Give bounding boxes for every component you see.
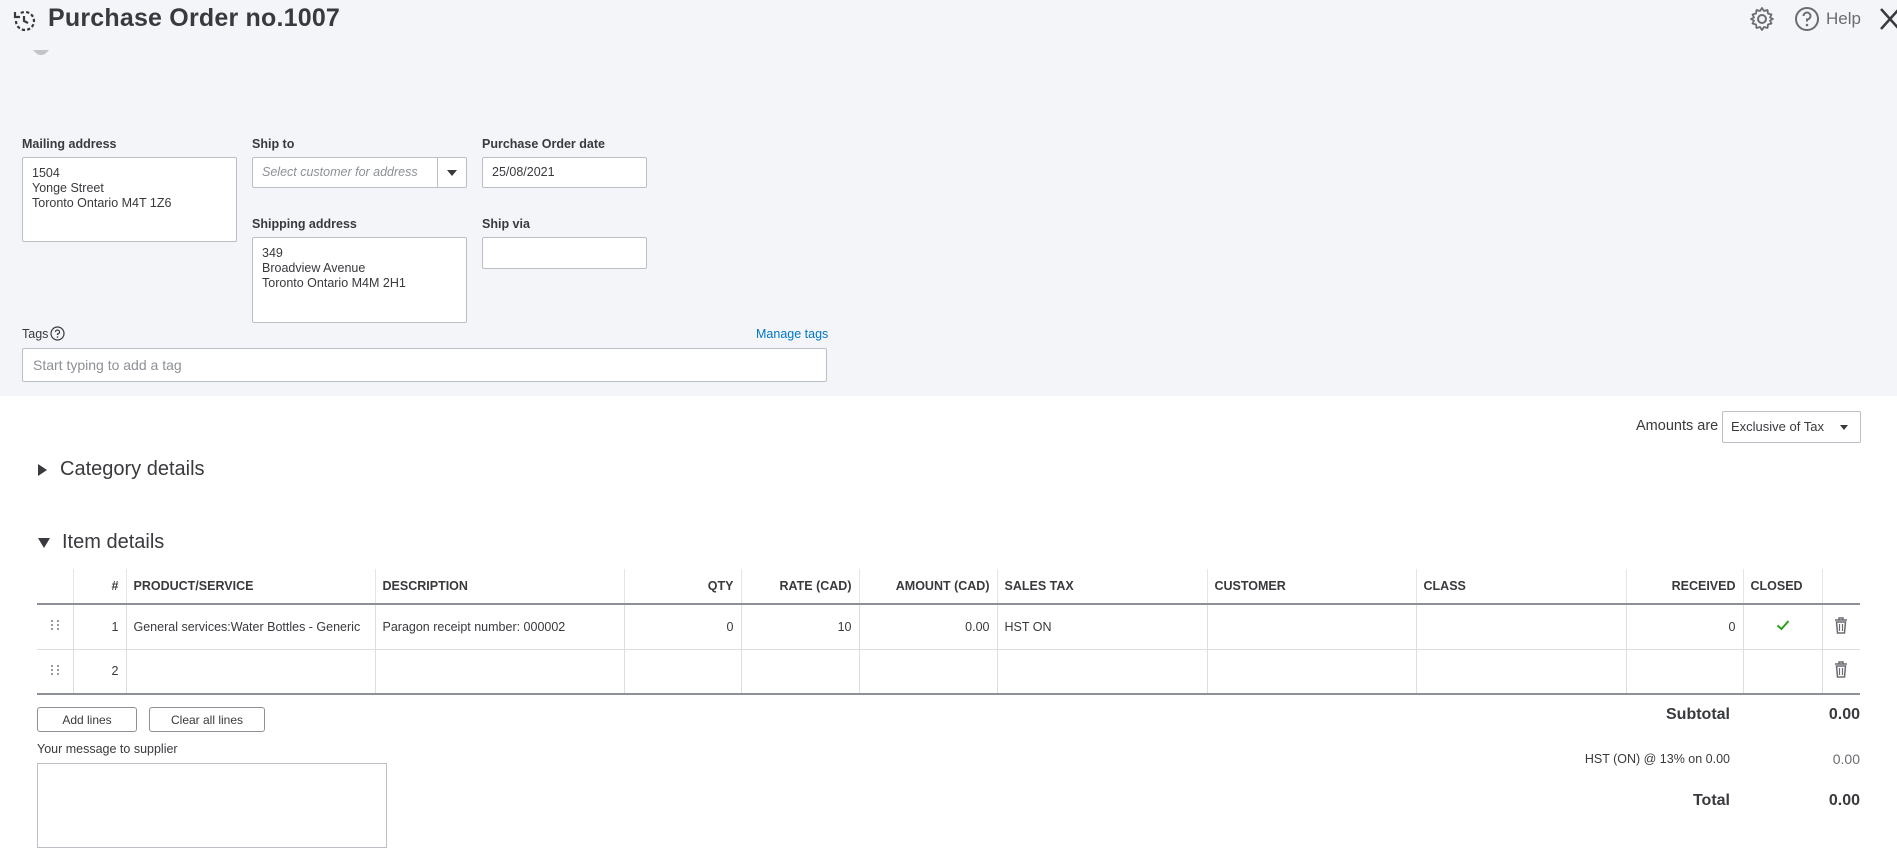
closed-cell[interactable] <box>1743 604 1823 650</box>
description-cell[interactable]: Paragon receipt number: 000002 <box>375 604 625 650</box>
rate-cell[interactable] <box>741 649 860 695</box>
qty-cell[interactable]: 0 <box>624 604 742 650</box>
col-header-product: PRODUCT/SERVICE <box>126 569 376 605</box>
customer-cell[interactable] <box>1207 649 1417 695</box>
expand-arrow-icon <box>38 463 47 476</box>
message-to-supplier-input[interactable] <box>37 763 387 848</box>
po-date-label: Purchase Order date <box>482 137 605 151</box>
ship-to-placeholder: Select customer for address <box>262 165 418 179</box>
sales-tax-cell[interactable]: HST ON <box>997 604 1208 650</box>
manage-tags-link[interactable]: Manage tags <box>756 327 828 341</box>
amount-cell[interactable] <box>859 649 998 695</box>
class-cell[interactable] <box>1416 649 1627 695</box>
row-number: 2 <box>73 649 127 695</box>
description-cell[interactable] <box>375 649 625 695</box>
ship-to-dropdown-button[interactable] <box>437 158 466 187</box>
received-cell: 0 <box>1626 604 1744 650</box>
ship-to-select[interactable]: Select customer for address <box>252 157 467 188</box>
subtotal-value: 0.00 <box>1828 706 1860 723</box>
add-lines-button[interactable]: Add lines <box>37 707 137 732</box>
tags-help-icon[interactable] <box>50 326 65 341</box>
table-row[interactable]: 1 General services:Water Bottles - Gener… <box>37 604 1860 650</box>
category-details-title: Category details <box>60 458 205 480</box>
shipping-address-label: Shipping address <box>252 217 357 231</box>
help-button[interactable]: Help <box>1794 6 1861 32</box>
chevron-down-icon <box>447 169 457 176</box>
col-header-rate: RATE (CAD) <box>741 569 860 605</box>
close-icon[interactable] <box>1877 6 1897 32</box>
help-circle-icon <box>1795 7 1819 31</box>
mailing-address-field[interactable]: 1504 Yonge Street Toronto Ontario M4T 1Z… <box>22 157 237 242</box>
tax-value: 0.00 <box>1832 751 1860 767</box>
col-header-sales-tax: SALES TAX <box>997 569 1208 605</box>
tags-placeholder: Start typing to add a tag <box>33 357 182 373</box>
received-cell <box>1626 649 1744 695</box>
collapse-header-icon[interactable] <box>30 48 52 62</box>
item-details-toggle[interactable]: Item details <box>38 531 164 554</box>
col-header-customer: CUSTOMER <box>1207 569 1417 605</box>
col-header-drag <box>37 569 74 605</box>
tags-input[interactable]: Start typing to add a tag <box>22 348 827 382</box>
page-title: Purchase Order no.1007 <box>48 4 341 32</box>
customer-cell[interactable] <box>1207 604 1417 650</box>
amounts-are-select[interactable]: Exclusive of Tax <box>1722 411 1861 443</box>
collapse-arrow-icon <box>38 537 50 548</box>
chevron-down-icon <box>1840 425 1848 430</box>
total-value: 0.00 <box>1828 792 1860 809</box>
drag-handle-icon[interactable] <box>49 619 61 631</box>
col-header-description: DESCRIPTION <box>375 569 625 605</box>
qty-cell[interactable] <box>624 649 742 695</box>
amounts-are-value: Exclusive of Tax <box>1731 419 1824 434</box>
po-date-input[interactable]: 25/08/2021 <box>482 157 647 188</box>
item-details-table: # PRODUCT/SERVICE DESCRIPTION QTY RATE (… <box>37 569 1860 695</box>
ship-via-label: Ship via <box>482 217 530 231</box>
row-number: 1 <box>73 604 127 650</box>
recent-history-icon[interactable] <box>10 7 38 35</box>
mailing-address-label: Mailing address <box>22 137 117 151</box>
title-bar: Purchase Order no.1007 Help <box>0 0 1897 40</box>
ship-via-input[interactable] <box>482 237 647 269</box>
drag-handle-cell[interactable] <box>37 649 74 695</box>
drag-handle-icon[interactable] <box>49 664 61 676</box>
tags-label: Tags <box>22 327 49 341</box>
help-label: Help <box>1826 9 1861 28</box>
table-row[interactable]: 2 <box>37 649 1860 695</box>
product-cell[interactable] <box>126 649 376 695</box>
amounts-are-label: Amounts are <box>1636 418 1719 434</box>
sales-tax-cell[interactable] <box>997 649 1208 695</box>
amount-cell[interactable]: 0.00 <box>859 604 998 650</box>
trash-icon[interactable] <box>1834 661 1848 678</box>
total-label: Total <box>1692 792 1730 809</box>
col-header-qty: QTY <box>624 569 742 605</box>
col-header-closed: CLOSED <box>1743 569 1823 605</box>
subtotal-label: Subtotal <box>1666 706 1730 723</box>
category-details-toggle[interactable]: Category details <box>38 458 205 481</box>
col-header-amount: AMOUNT (CAD) <box>859 569 998 605</box>
col-header-actions <box>1822 569 1860 605</box>
ship-to-label: Ship to <box>252 137 295 151</box>
message-to-supplier-label: Your message to supplier <box>37 742 178 756</box>
item-details-title: Item details <box>62 531 165 553</box>
col-header-received: RECEIVED <box>1626 569 1744 605</box>
check-icon <box>1776 620 1789 631</box>
col-header-class: CLASS <box>1416 569 1627 605</box>
shipping-address-field[interactable]: 349 Broadview Avenue Toronto Ontario M4M… <box>252 237 467 323</box>
delete-cell[interactable] <box>1822 649 1860 695</box>
product-cell[interactable]: General services:Water Bottles - Generic <box>126 604 376 650</box>
clear-all-lines-button[interactable]: Clear all lines <box>149 707 265 732</box>
col-header-number: # <box>73 569 127 605</box>
tax-label: HST (ON) @ 13% on 0.00 <box>1584 752 1730 766</box>
gear-icon[interactable] <box>1749 6 1775 32</box>
trash-icon[interactable] <box>1834 617 1848 634</box>
rate-cell[interactable]: 10 <box>741 604 860 650</box>
class-cell[interactable] <box>1416 604 1627 650</box>
closed-cell[interactable] <box>1743 649 1823 695</box>
drag-handle-cell[interactable] <box>37 604 74 650</box>
table-header-row: # PRODUCT/SERVICE DESCRIPTION QTY RATE (… <box>37 569 1860 605</box>
delete-cell[interactable] <box>1822 604 1860 650</box>
header-form-area <box>0 0 1897 396</box>
